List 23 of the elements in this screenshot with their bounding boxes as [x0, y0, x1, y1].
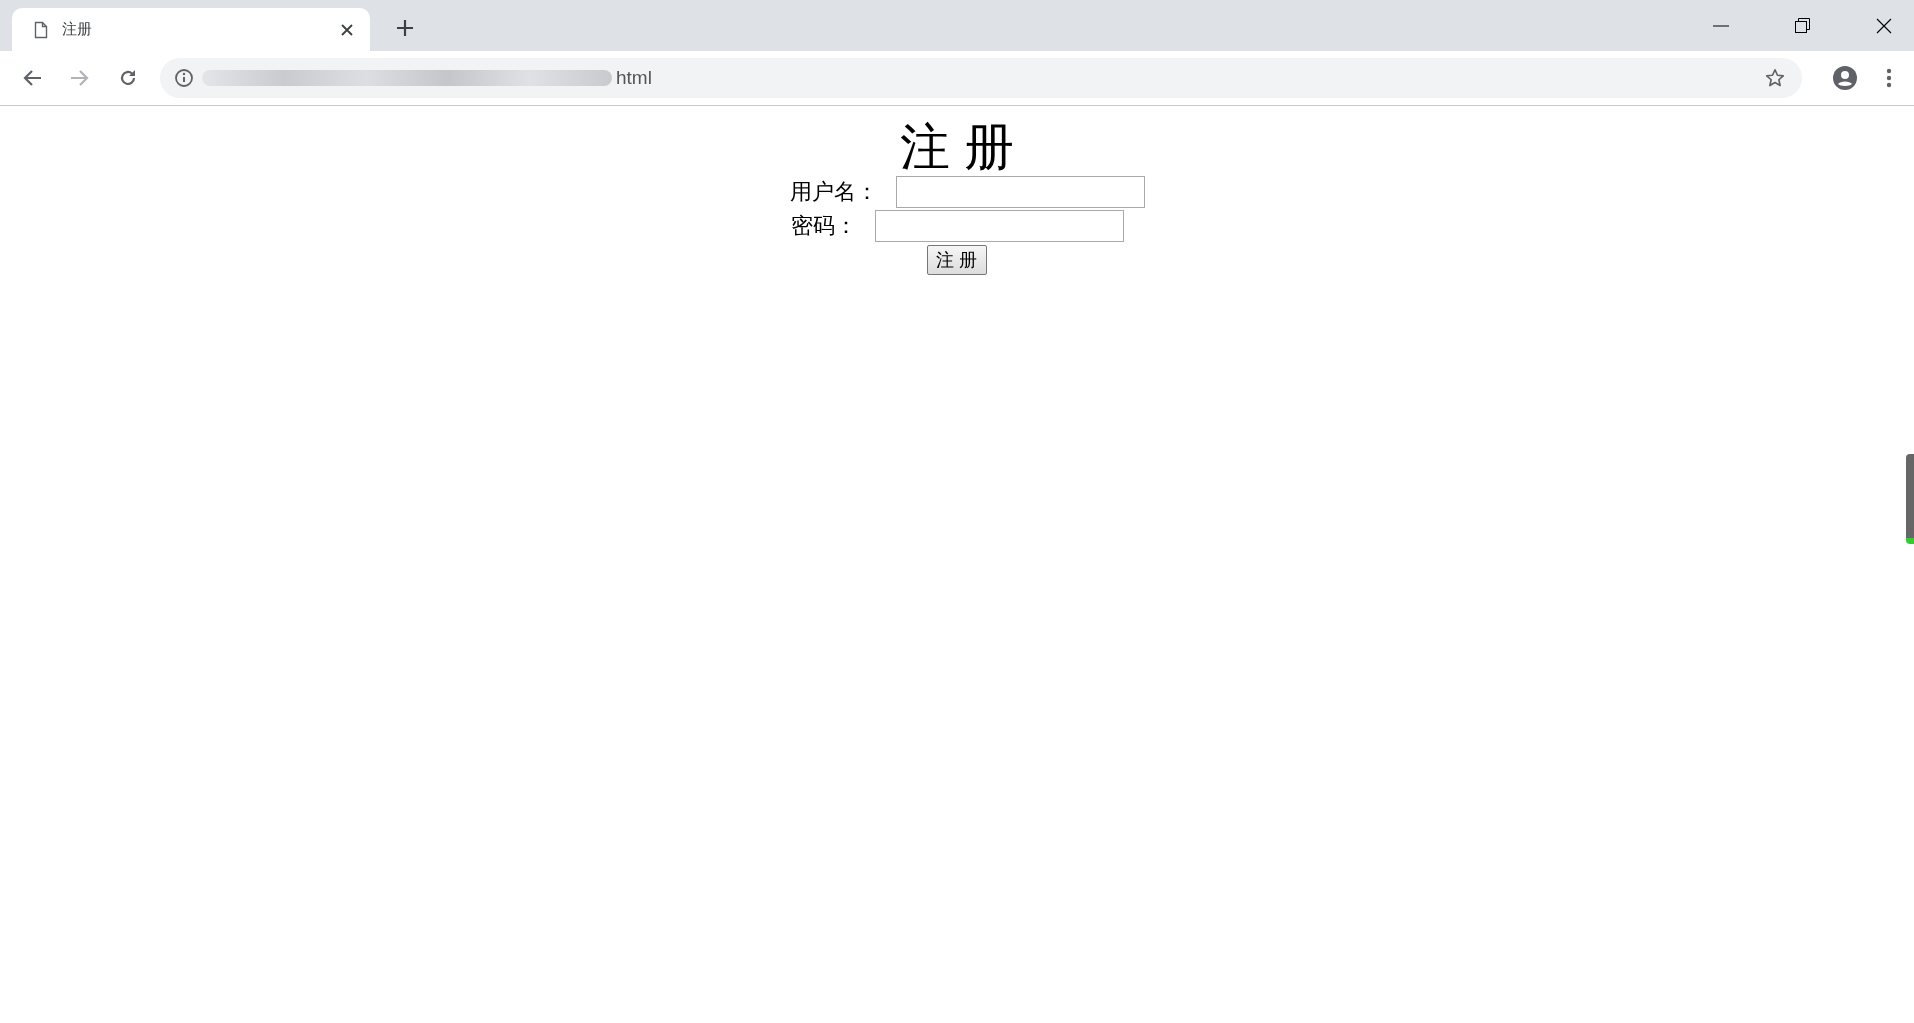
username-field[interactable] — [895, 176, 1145, 208]
plus-icon[interactable] — [396, 19, 414, 37]
profile-icon[interactable] — [1832, 65, 1858, 91]
address-bar[interactable]: html — [160, 58, 1802, 98]
url-text: html — [616, 67, 652, 89]
scrollbar-handle[interactable] — [1906, 454, 1914, 544]
info-icon — [174, 68, 194, 88]
document-icon — [34, 20, 48, 39]
restore-icon[interactable] — [1795, 18, 1810, 33]
minimize-icon[interactable] — [1713, 24, 1729, 27]
register-button[interactable]: 注 册 — [927, 245, 987, 275]
star-icon[interactable] — [1764, 67, 1786, 89]
close-icon[interactable] — [1876, 17, 1892, 34]
page-heading: 注 册 — [900, 120, 1014, 175]
tab-title: 注册 — [62, 20, 93, 39]
field-label: 用户名： — [789, 178, 878, 206]
reload-icon[interactable] — [118, 68, 138, 88]
menu-icon[interactable] — [1886, 68, 1892, 88]
password-field[interactable] — [874, 210, 1124, 242]
browser-tab[interactable]: 注册 — [12, 8, 370, 51]
field-label: 密码： — [790, 212, 857, 240]
back-arrow-icon[interactable] — [22, 69, 42, 87]
close-icon[interactable] — [340, 22, 354, 37]
